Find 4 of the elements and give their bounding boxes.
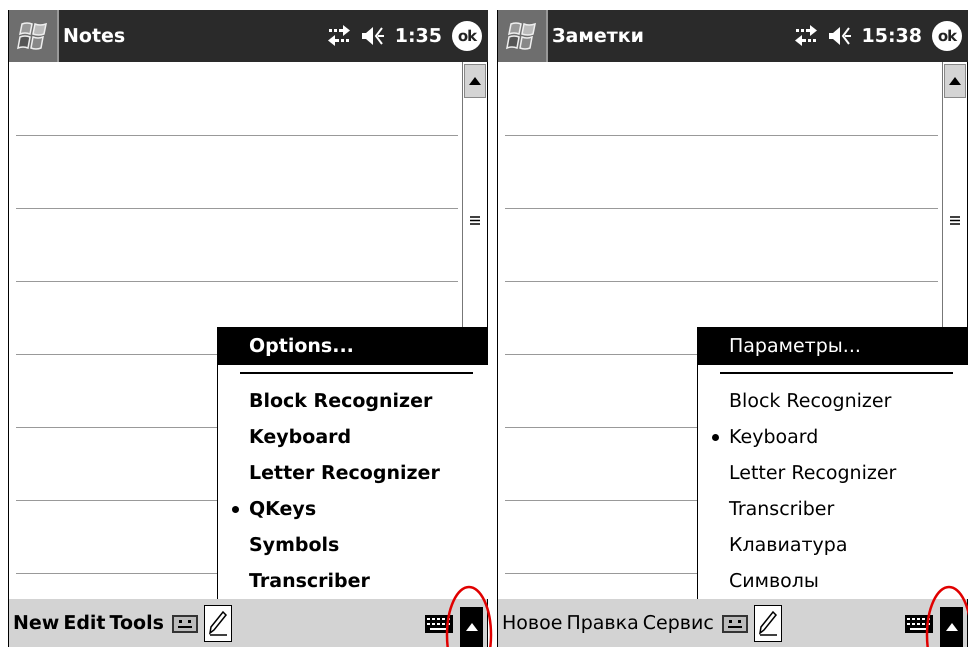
window-title: Notes bbox=[63, 24, 126, 49]
window-title: Заметки bbox=[552, 24, 644, 49]
clock-time: 15:38 bbox=[862, 24, 922, 49]
clock-time: 1:35 bbox=[394, 24, 442, 49]
